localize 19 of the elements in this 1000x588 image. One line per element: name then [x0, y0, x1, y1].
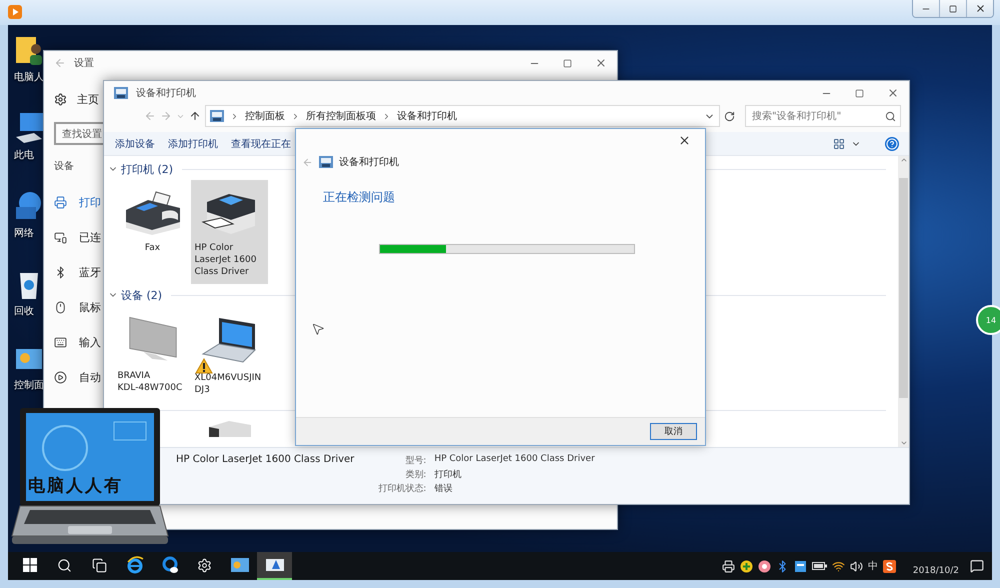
device-label: Fax — [144, 242, 162, 254]
dialog-title: 设备和打印机 — [339, 156, 399, 169]
detail-value: HP Color LaserJet 1600 Class Driver — [434, 454, 595, 466]
window-title: 设置 — [74, 56, 94, 70]
detail-label: 打印机状态: — [378, 482, 426, 495]
detail-value: 错误 — [434, 482, 454, 495]
section-heading: 设备 — [54, 160, 74, 174]
device-label: BRAVIA KDL-48W700C — [118, 370, 184, 394]
logo-text: 电脑人人有 — [28, 475, 123, 497]
device-label: XL04M6VUSJIN DJ3 — [194, 372, 262, 396]
group-heading: 打印机 (2) — [121, 162, 174, 176]
detail-label: 型号: — [404, 454, 426, 467]
detail-value: 打印机 — [434, 468, 462, 481]
window-title: 设备和打印机 — [136, 86, 196, 100]
device-label: HP Color LaserJet 1600 Class Driver — [194, 242, 258, 278]
status-heading: 正在检测问题 — [323, 189, 396, 206]
detail-label: 类别: — [404, 468, 426, 481]
device-name: HP Color LaserJet 1600 Class Driver — [176, 454, 354, 465]
group-heading: 设备 (2) — [121, 288, 162, 302]
